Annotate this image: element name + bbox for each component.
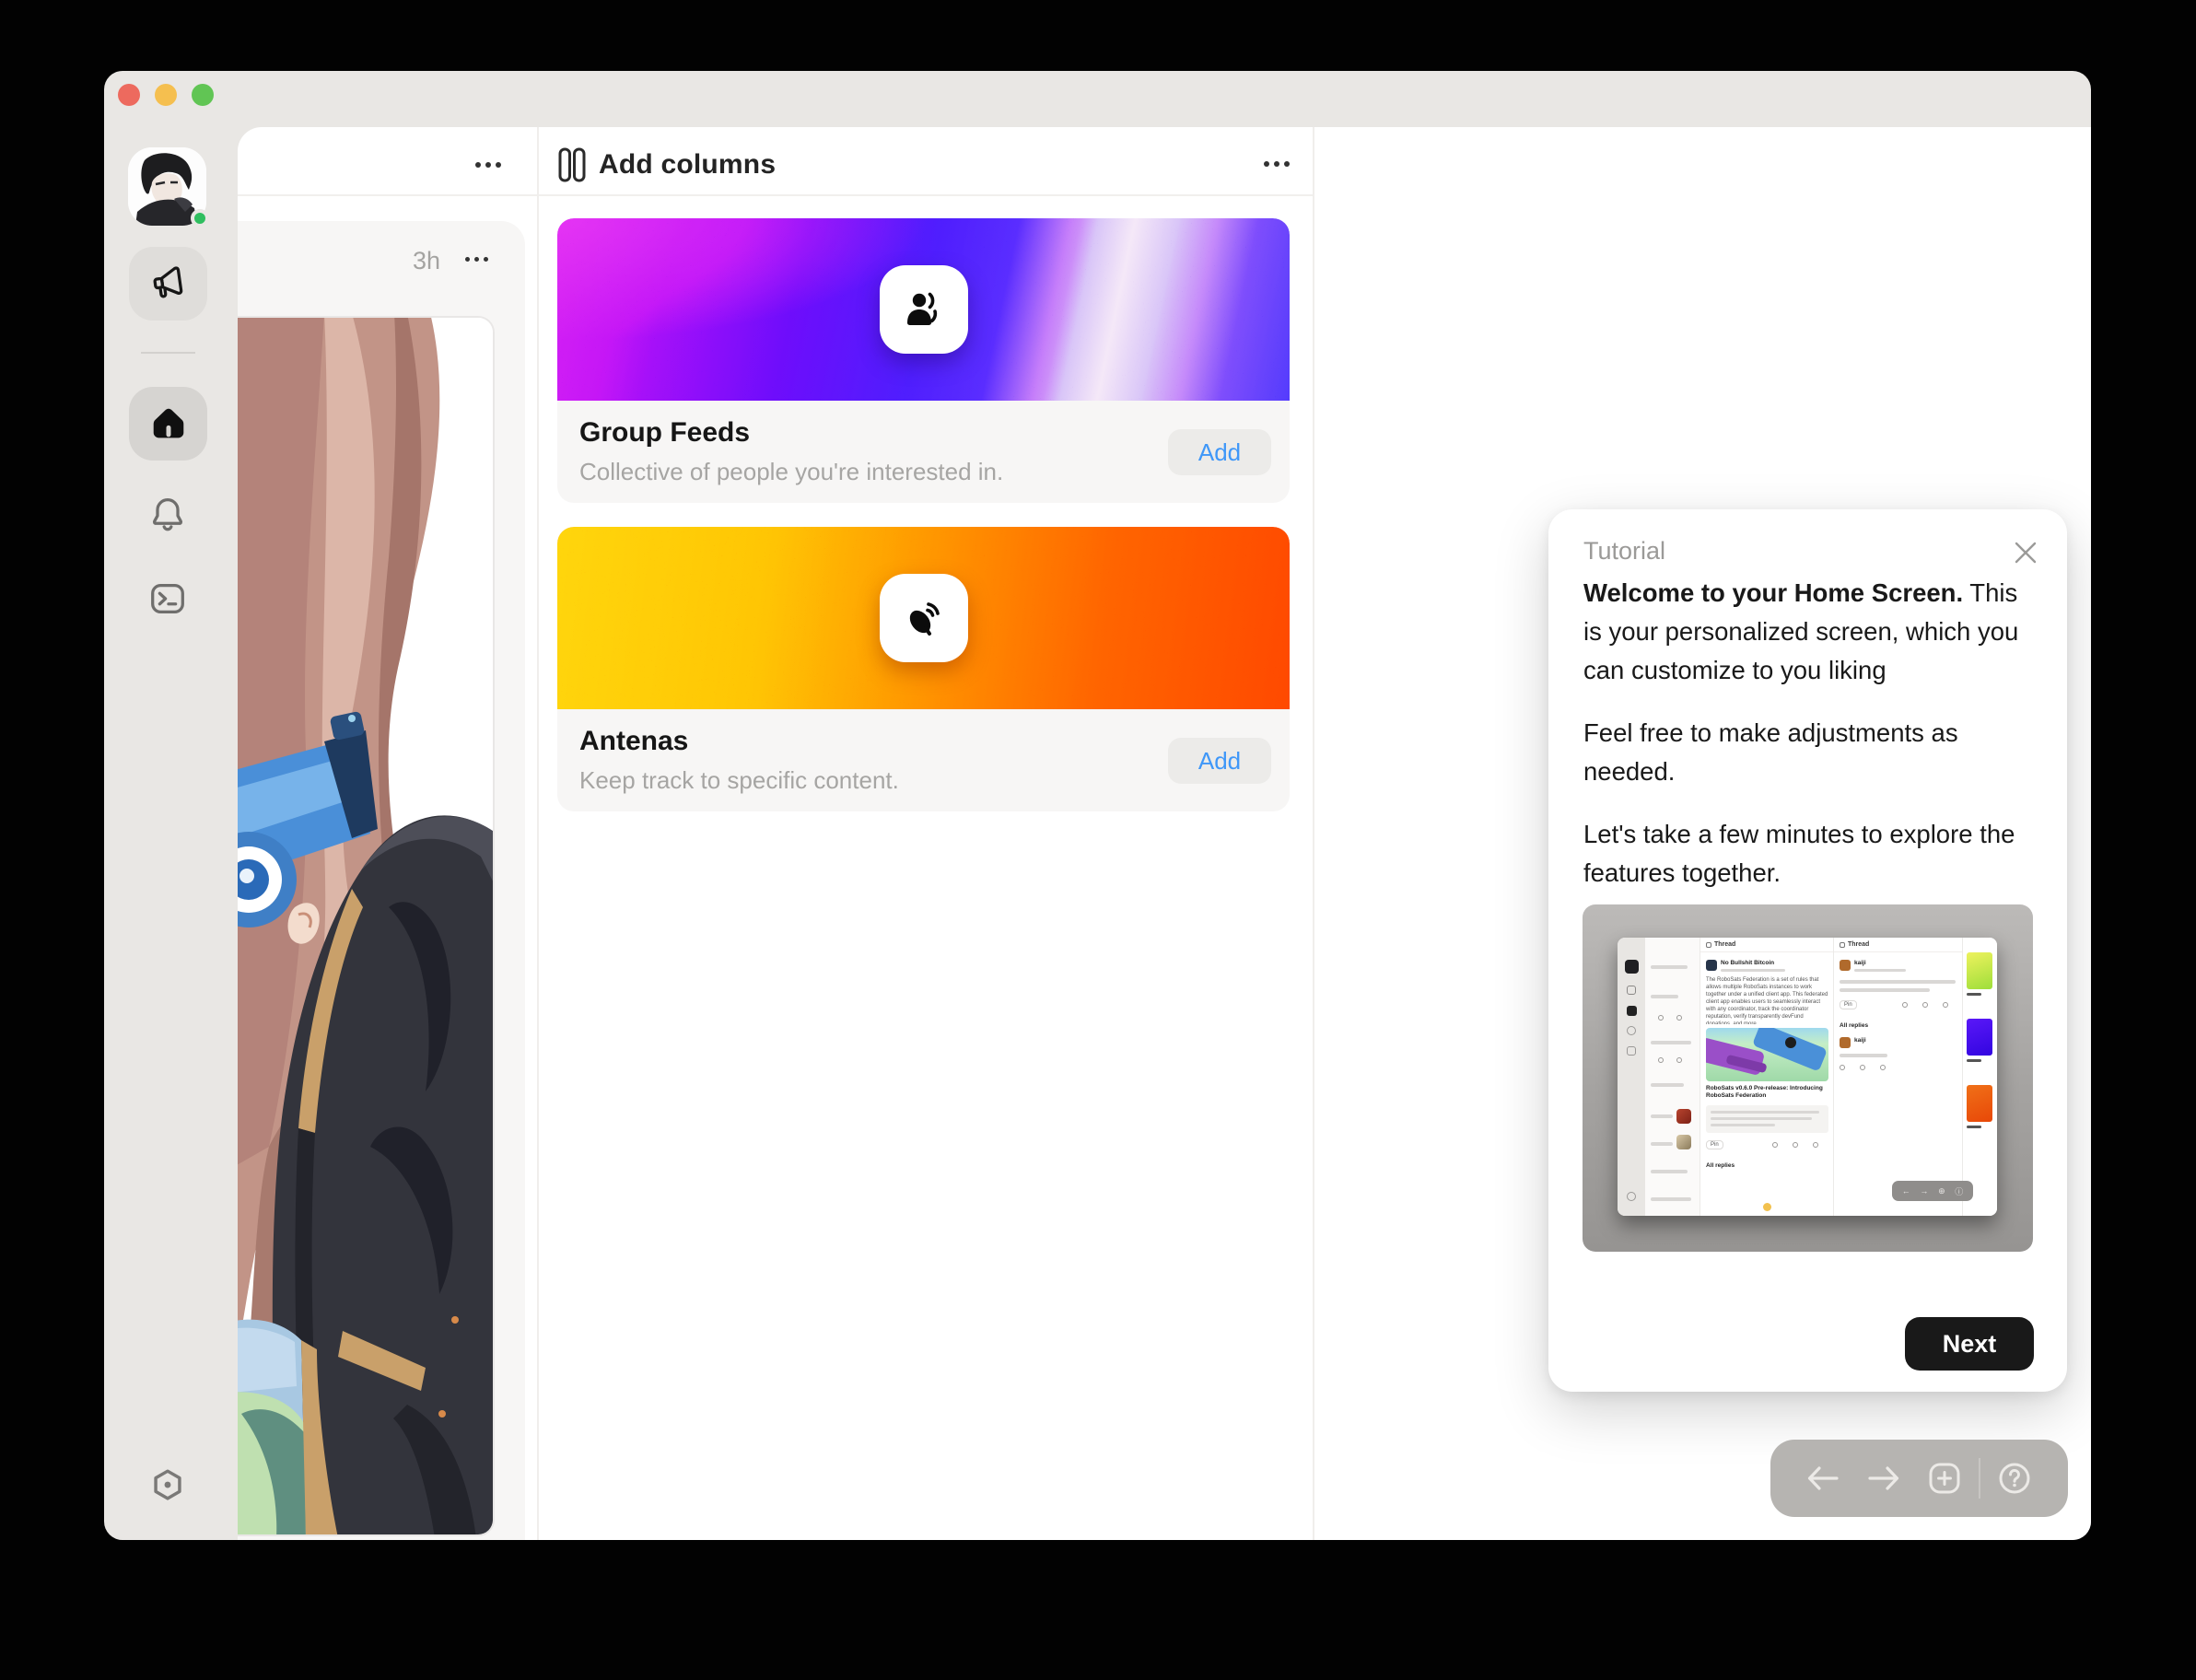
- mini-robot-image: [1706, 1028, 1828, 1081]
- mini-column-thread-2: Thread kaiji Pin All replies kaiji: [1834, 938, 1963, 1216]
- antenas-banner: [557, 527, 1290, 709]
- group-feeds-tile: [880, 265, 968, 354]
- card-title: Group Feeds: [579, 417, 750, 449]
- bell-icon: [146, 493, 189, 535]
- mini-pin-button: Pin: [1840, 1000, 1857, 1009]
- tutorial-popup: Tutorial Welcome to your Home Screen. Th…: [1548, 509, 2067, 1392]
- mini-link-card: [1706, 1105, 1828, 1133]
- column-divider: [1313, 127, 1314, 1540]
- help-icon: [1996, 1460, 2033, 1497]
- minimize-window-button[interactable]: [155, 84, 177, 106]
- zoom-window-button[interactable]: [192, 84, 214, 106]
- mini-post-body: The RoboSats Federation is a set of rule…: [1706, 976, 1828, 1024]
- mini-sidebar: [1618, 938, 1645, 1216]
- tutorial-preview-image: Thread No Bullshit Bitcoin The RoboSats …: [1583, 904, 2033, 1252]
- left-column-menu-button[interactable]: [475, 162, 501, 168]
- sidebar-item-announcements[interactable]: [129, 247, 207, 321]
- mini-column-add: [1963, 938, 1997, 1216]
- card-subtitle: Keep track to specific content.: [579, 766, 899, 795]
- header-divider: [238, 194, 537, 196]
- sidebar-divider: [141, 352, 195, 354]
- online-status-badge: [191, 209, 209, 228]
- mini-column-feed: [1645, 938, 1700, 1216]
- close-icon: [2014, 541, 2038, 565]
- sidebar-item-console[interactable]: [146, 577, 190, 621]
- post-timestamp: 3h: [413, 247, 440, 275]
- tutorial-paragraph-1: Welcome to your Home Screen. This is you…: [1583, 574, 2041, 690]
- tutorial-close-button[interactable]: [2012, 539, 2039, 566]
- anime-illustration: [238, 318, 495, 1536]
- mini-emoji: [1763, 1203, 1771, 1211]
- screenshot-canvas: 3h: [0, 0, 2196, 1680]
- tutorial-paragraph-3: Let's take a few minutes to explore the …: [1583, 815, 2041, 892]
- forward-button[interactable]: [1853, 1456, 1914, 1500]
- mini-all-replies: All replies: [1706, 1162, 1735, 1169]
- columns-icon: [558, 147, 586, 182]
- antenas-tile: [880, 574, 968, 662]
- megaphone-icon: [147, 262, 190, 305]
- column-divider: [537, 127, 539, 1540]
- mini-pin-button: Pin: [1706, 1140, 1723, 1149]
- mini-thread-header: Thread: [1848, 941, 1869, 948]
- mini-thread-header: Thread: [1714, 941, 1735, 948]
- terminal-icon: [146, 578, 189, 620]
- mini-app-window: Thread No Bullshit Bitcoin The RoboSats …: [1618, 938, 1997, 1216]
- mini-all-replies: All replies: [1840, 1022, 1868, 1029]
- arrow-left-icon: [1805, 1464, 1840, 1493]
- mini-post-author: No Bullshit Bitcoin: [1721, 960, 1774, 966]
- header-divider: [539, 194, 1313, 196]
- card-subtitle: Collective of people you're interested i…: [579, 458, 1003, 486]
- nav-toolbar: [1770, 1440, 2068, 1517]
- sidebar-item-notifications[interactable]: [146, 492, 190, 536]
- group-feeds-banner: [557, 218, 1290, 401]
- mini-post-author: kaiji: [1854, 960, 1866, 966]
- sidebar-item-home[interactable]: [129, 387, 207, 461]
- satellite-dish-icon: [902, 596, 946, 640]
- deck-panel: 3h: [238, 127, 2091, 1540]
- post-menu-button[interactable]: [465, 257, 488, 262]
- group-feeds-info: Group Feeds Collective of people you're …: [557, 401, 1290, 503]
- mini-link-title: RoboSats v0.6.0 Pre-release: Introducing…: [1706, 1085, 1828, 1100]
- add-group-feeds-button[interactable]: Add: [1168, 429, 1271, 475]
- app-window: 3h: [104, 71, 2091, 1540]
- add-column-button[interactable]: [1914, 1456, 1975, 1500]
- arrow-right-icon: [1866, 1464, 1901, 1493]
- add-card-antenas: Antenas Keep track to specific content. …: [557, 527, 1290, 811]
- antenas-info: Antenas Keep track to specific content. …: [557, 709, 1290, 811]
- add-card-group-feeds: Group Feeds Collective of people you're …: [557, 218, 1290, 503]
- add-column-icon: [1926, 1460, 1963, 1497]
- help-button[interactable]: [1984, 1456, 2045, 1500]
- tutorial-paragraph-2: Feel free to make adjustments as needed.: [1583, 714, 2041, 791]
- next-button[interactable]: Next: [1905, 1317, 2034, 1371]
- sidebar-item-settings[interactable]: [146, 1464, 190, 1508]
- card-title: Antenas: [579, 726, 688, 757]
- toolbar-separator: [1979, 1458, 1980, 1499]
- add-columns-menu-button[interactable]: [1264, 161, 1290, 167]
- mini-nav-toolbar: ←→⊕ⓘ: [1892, 1181, 1973, 1201]
- add-antenas-button[interactable]: Add: [1168, 738, 1271, 784]
- tutorial-title: Tutorial: [1583, 537, 1665, 566]
- post-image[interactable]: [238, 316, 495, 1536]
- tutorial-p1-bold: Welcome to your Home Screen.: [1583, 578, 1963, 607]
- column-title: Add columns: [599, 149, 776, 181]
- settings-icon: [146, 1464, 189, 1507]
- back-button[interactable]: [1793, 1456, 1853, 1500]
- home-icon: [147, 402, 190, 445]
- close-window-button[interactable]: [118, 84, 140, 106]
- traffic-lights: [118, 84, 214, 106]
- mini-column-thread-1: Thread No Bullshit Bitcoin The RoboSats …: [1700, 938, 1834, 1216]
- group-person-icon: [902, 287, 946, 332]
